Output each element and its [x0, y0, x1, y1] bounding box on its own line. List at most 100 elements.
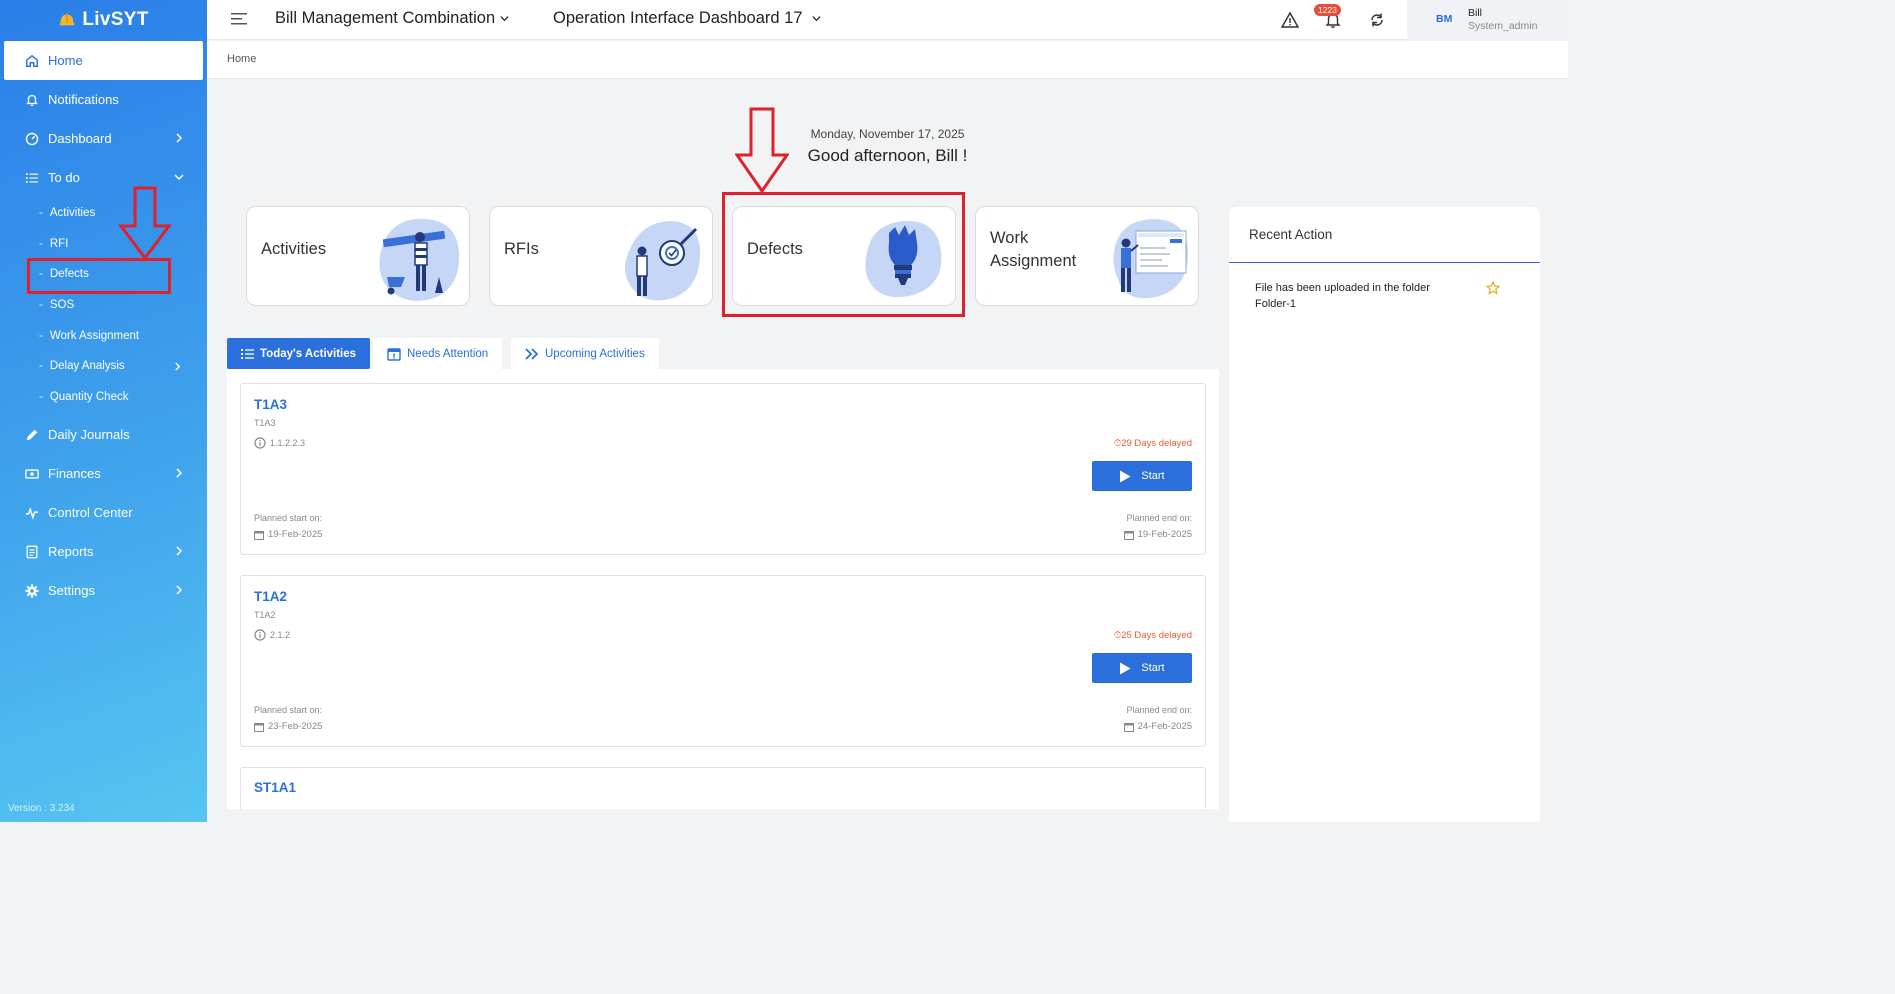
- list-icon: [24, 170, 40, 186]
- planned-end-date: 19-Feb-2025: [1123, 529, 1192, 540]
- tab-label: Upcoming Activities: [545, 347, 645, 360]
- app-name: LivSYT: [82, 9, 149, 30]
- sidebar-item-notifications[interactable]: Notifications: [0, 80, 207, 119]
- planned-start-caption: Planned start on:: [254, 513, 323, 523]
- card-work-assignment[interactable]: Work Assignment: [975, 206, 1199, 306]
- sidebar-item-control-center[interactable]: Control Center: [0, 493, 207, 532]
- delay-text: 25 Days delayed: [1121, 630, 1192, 641]
- menu-icon[interactable]: [231, 12, 247, 26]
- sidebar-item-daily-journals[interactable]: Daily Journals: [0, 415, 207, 454]
- start-label: Start: [1141, 470, 1165, 482]
- tab-label: Today's Activities: [260, 347, 357, 360]
- planned-start-date: 19-Feb-2025: [254, 529, 322, 540]
- calendar-alert-icon: [387, 347, 401, 361]
- warning-icon[interactable]: [1281, 11, 1299, 29]
- activity-subtitle: T1A2: [254, 610, 276, 620]
- double-chevron-right-icon: [525, 347, 539, 360]
- calendar-icon: [1123, 530, 1134, 540]
- refresh-icon[interactable]: [1368, 11, 1386, 29]
- play-icon: [1120, 470, 1131, 482]
- sidebar-subitem-sos[interactable]: - SOS: [0, 290, 207, 321]
- delay-badge: ⏱29 Days delayed: [1113, 438, 1192, 449]
- dashboard-name: Operation Interface Dashboard 17: [553, 9, 803, 27]
- card-label: Work: [990, 229, 1029, 247]
- activity-title[interactable]: T1A3: [254, 397, 287, 412]
- chevron-down-icon: [174, 174, 184, 181]
- sidebar-item-label: Home: [48, 53, 83, 68]
- breadcrumb[interactable]: Home: [227, 53, 256, 65]
- activity-card: ST1A1: [240, 767, 1206, 809]
- annotation-arrow-icon: [735, 107, 789, 193]
- activity-title[interactable]: T1A2: [254, 589, 287, 604]
- version-label: Version : 3.234: [8, 803, 75, 814]
- worker-illustration: [379, 218, 460, 301]
- greeting: Good afternoon, Bill !: [807, 146, 968, 165]
- planned-end-caption: Planned end on:: [1126, 705, 1192, 715]
- list-icon: [241, 348, 254, 359]
- card-rfis[interactable]: RFIs: [489, 206, 713, 306]
- card-label: RFIs: [504, 240, 539, 258]
- tab-upcoming-activities[interactable]: Upcoming Activities: [511, 338, 659, 369]
- sidebar-item-reports[interactable]: Reports: [0, 532, 207, 571]
- recent-action-title: Recent Action: [1249, 227, 1333, 242]
- sidebar-subitem-activities[interactable]: - Activities: [0, 198, 207, 229]
- star-icon[interactable]: [1486, 281, 1500, 295]
- sidebar-item-finances[interactable]: Finances: [0, 454, 207, 493]
- planned-end-date: 24-Feb-2025: [1123, 721, 1192, 732]
- app-logo[interactable]: LivSYT: [0, 0, 207, 40]
- sidebar-subitem-rfi[interactable]: - RFI: [0, 229, 207, 260]
- annotation-box: [722, 192, 965, 317]
- delay-badge: ⏱25 Days delayed: [1113, 630, 1192, 641]
- sidebar: LivSYT Home Notifications Dashboard To d…: [0, 0, 207, 822]
- activity-title[interactable]: ST1A1: [254, 780, 296, 795]
- sidebar-item-label: Settings: [48, 583, 95, 599]
- divider: [1229, 262, 1540, 263]
- play-icon: [1120, 662, 1131, 674]
- sidebar-subitem-quantity-check[interactable]: - Quantity Check: [0, 382, 207, 413]
- chevron-right-icon: [176, 133, 183, 143]
- activity-code-text: 1.1.2.2.3: [270, 438, 306, 448]
- presentation-illustration: [1113, 219, 1188, 299]
- card-activities[interactable]: Activities: [246, 206, 470, 306]
- project-name: Bill Management Combination: [275, 9, 496, 27]
- sidebar-item-settings[interactable]: Settings: [0, 571, 207, 610]
- current-date: Monday, November 17, 2025: [810, 127, 965, 141]
- dashboard-selector[interactable]: Operation Interface Dashboard 17: [553, 9, 822, 28]
- delay-text: 29 Days delayed: [1121, 438, 1192, 449]
- activity-card: T1A2 T1A2 2.1.2 ⏱25 Days delayed Start P…: [240, 575, 1206, 747]
- chevron-down-icon: [811, 16, 821, 22]
- sidebar-subitem-work-assignment[interactable]: - Work Assignment: [0, 320, 207, 351]
- tab-todays-activities[interactable]: Today's Activities: [227, 338, 371, 369]
- sidebar-item-dashboard[interactable]: Dashboard: [0, 119, 207, 158]
- gear-icon: [24, 583, 40, 599]
- report-icon: [24, 544, 40, 560]
- sidebar-item-todo[interactable]: To do: [0, 158, 207, 197]
- sidebar-item-home[interactable]: Home: [4, 41, 203, 80]
- tab-label: Needs Attention: [407, 347, 489, 360]
- annotation-box: [27, 258, 171, 294]
- chevron-right-icon: [176, 546, 183, 556]
- start-button[interactable]: Start: [1092, 653, 1192, 683]
- breadcrumb-bar: Home: [207, 41, 1568, 79]
- calendar-icon: [254, 530, 264, 540]
- card-label: Assignment: [990, 252, 1077, 270]
- sidebar-subitem-delay-analysis[interactable]: - Delay Analysis: [0, 351, 207, 382]
- planned-start-value: 19-Feb-2025: [268, 529, 323, 540]
- info-icon: [254, 629, 266, 641]
- start-button[interactable]: Start: [1092, 461, 1192, 491]
- chevron-right-icon: [175, 362, 181, 371]
- recent-action-panel: Recent Action File has been uploaded in …: [1229, 207, 1540, 822]
- top-bar: Bill Management Combination Operation In…: [207, 0, 1568, 40]
- activity-code: 1.1.2.2.3: [254, 437, 305, 449]
- project-selector[interactable]: Bill Management Combination: [275, 9, 510, 28]
- user-menu[interactable]: BM Bill System_admin: [1407, 0, 1568, 40]
- activity-subtitle: T1A3: [254, 418, 276, 428]
- sidebar-item-label: Dashboard: [48, 131, 112, 146]
- sidebar-item-label: Notifications: [48, 92, 119, 107]
- chevron-right-icon: [176, 585, 183, 595]
- tab-needs-attention[interactable]: Needs Attention: [373, 338, 503, 369]
- home-icon: [24, 53, 40, 69]
- planned-end-value: 19-Feb-2025: [1137, 529, 1192, 540]
- planned-start-date: 23-Feb-2025: [254, 721, 322, 732]
- start-label: Start: [1141, 662, 1165, 674]
